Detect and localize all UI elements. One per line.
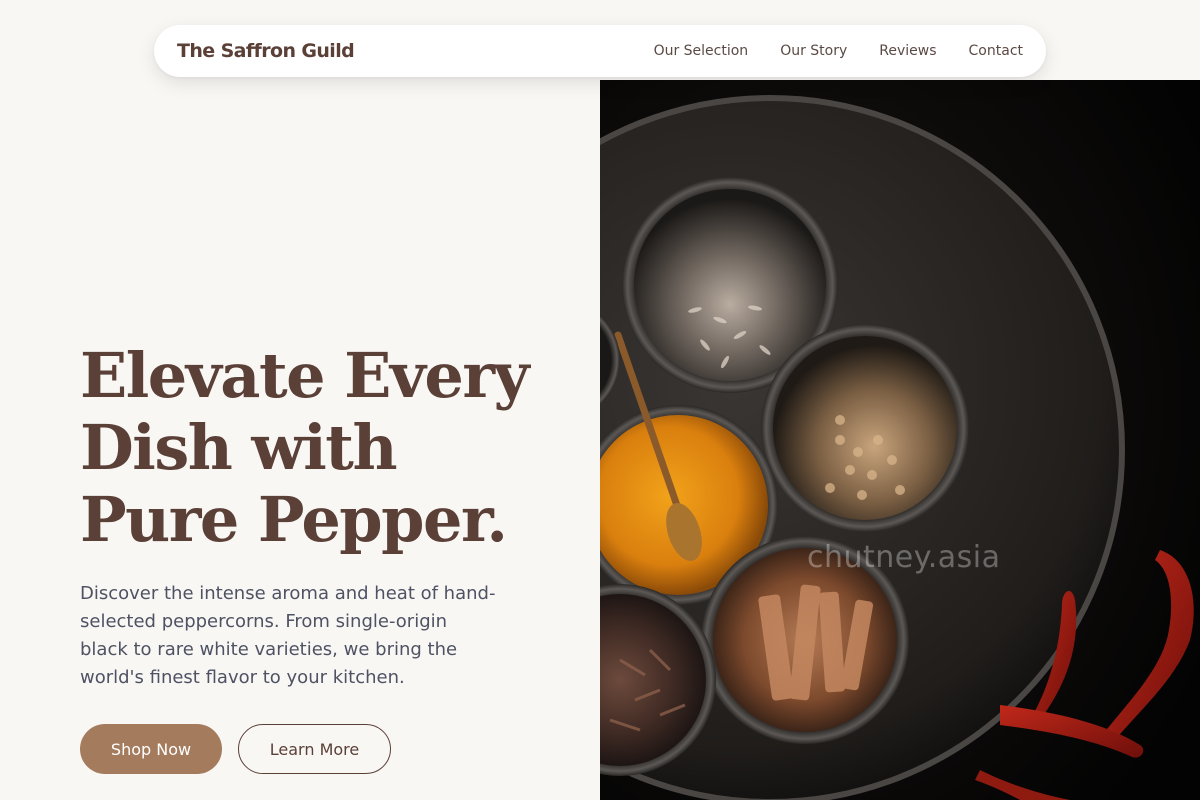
- description-line: Discover the intense aroma and heat of h…: [80, 583, 496, 604]
- image-watermark: chutney.asia: [807, 540, 1001, 575]
- description-line: world's finest flavor to your kitchen.: [80, 667, 405, 688]
- nav-link-our-selection[interactable]: Our Selection: [654, 43, 749, 59]
- nav-link-reviews[interactable]: Reviews: [879, 43, 936, 59]
- headline-line: Pure Pepper.: [80, 483, 508, 556]
- learn-more-button[interactable]: Learn More: [238, 724, 391, 774]
- brand-logo[interactable]: The Saffron Guild: [177, 40, 355, 62]
- headline-line: Elevate Every: [80, 339, 530, 412]
- headline-line: Dish with: [80, 411, 398, 484]
- description-line: black to rare white varieties, we bring …: [80, 639, 458, 660]
- shop-now-button[interactable]: Shop Now: [80, 724, 222, 774]
- nav-link-our-story[interactable]: Our Story: [780, 43, 847, 59]
- nav-links: Our Selection Our Story Reviews Contact: [654, 43, 1023, 59]
- nav-link-contact[interactable]: Contact: [969, 43, 1023, 59]
- navbar: The Saffron Guild Our Selection Our Stor…: [154, 25, 1046, 77]
- landing-page: The Saffron Guild Our Selection Our Stor…: [0, 0, 1200, 800]
- hero-headline: Elevate Every Dish with Pure Pepper.: [80, 340, 580, 556]
- hero-image: chutney.asia: [600, 80, 1200, 800]
- hero-description: Discover the intense aroma and heat of h…: [80, 580, 540, 692]
- description-line: selected peppercorns. From single-origin: [80, 611, 448, 632]
- spice-tray-photo-icon: [600, 80, 1200, 800]
